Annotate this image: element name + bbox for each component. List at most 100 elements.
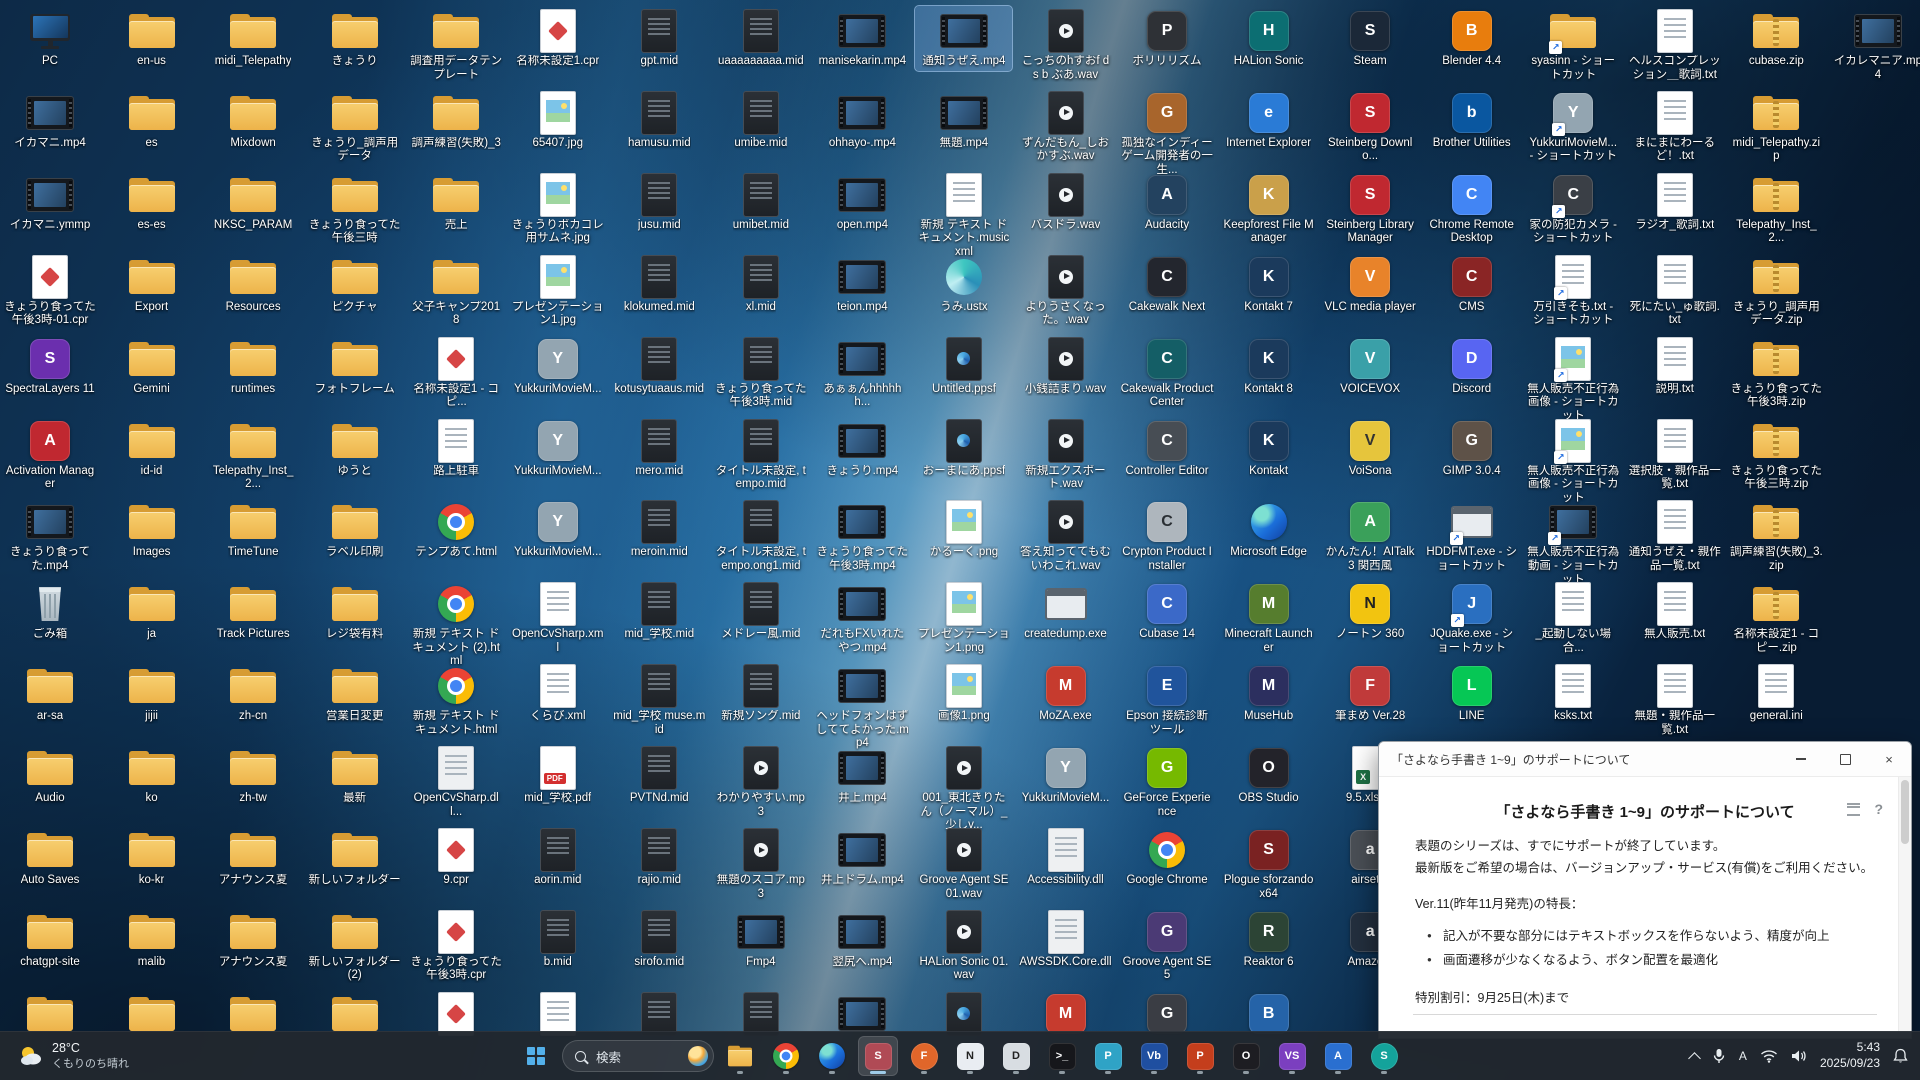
taskbar-app-chrome[interactable] bbox=[766, 1036, 806, 1076]
desktop-icon[interactable]: bBrother Utilities bbox=[1423, 88, 1520, 153]
desktop-icon[interactable]: Audio bbox=[2, 743, 99, 808]
desktop-icon[interactable]: chatgpt-site bbox=[2, 907, 99, 972]
start-button[interactable] bbox=[516, 1036, 556, 1076]
desktop-icon[interactable]: ずんだもん_しおかすぶ.wav bbox=[1017, 88, 1114, 166]
taskbar-app-visual-basic[interactable]: Vb bbox=[1134, 1036, 1174, 1076]
desktop-icon[interactable]: umibe.mid bbox=[712, 88, 809, 153]
desktop-icon[interactable]: 無人販売不正行為 画像 - ショートカット bbox=[1525, 334, 1622, 426]
volume-icon[interactable] bbox=[1791, 1049, 1807, 1063]
desktop-icon[interactable]: Aかんたん！AITalk 3 関西風 bbox=[1322, 497, 1419, 575]
desktop-icon[interactable]: ko-kr bbox=[103, 825, 200, 890]
desktop-icon[interactable]: es bbox=[103, 88, 200, 153]
desktop-icon[interactable]: VVLC media player bbox=[1322, 252, 1419, 317]
desktop-icon[interactable]: TimeTune bbox=[205, 497, 302, 562]
desktop-icon[interactable]: HALion Sonic 01.wav bbox=[915, 907, 1012, 985]
scrollbar-thumb[interactable] bbox=[1901, 780, 1909, 844]
desktop-icon[interactable]: general.ini bbox=[1728, 661, 1825, 726]
desktop-icon[interactable]: OOBS Studio bbox=[1220, 743, 1317, 808]
desktop-icon[interactable]: 父子キャンプ2018 bbox=[408, 252, 505, 330]
desktop-icon[interactable]: Google Chrome bbox=[1119, 825, 1216, 890]
desktop-icon[interactable]: きょうり.mp4 bbox=[814, 416, 911, 481]
desktop-icon[interactable]: SSteinberg Library Manager bbox=[1322, 170, 1419, 248]
desktop-icon[interactable]: イカマニ.mp4 bbox=[2, 88, 99, 153]
desktop-icon[interactable]: ヘルスコンプレッション＿歌詞.txt bbox=[1626, 6, 1723, 84]
desktop-icon[interactable]: xl.mid bbox=[712, 252, 809, 317]
desktop-icon[interactable]: AActivation Manager bbox=[2, 416, 99, 494]
desktop-icon[interactable]: アナウンス夏 bbox=[205, 907, 302, 972]
desktop-icon[interactable]: ラベル印刷 bbox=[306, 497, 403, 562]
desktop-icon[interactable]: 路上駐車 bbox=[408, 416, 505, 481]
wifi-icon[interactable] bbox=[1760, 1049, 1778, 1063]
desktop-icon[interactable]: Images bbox=[103, 497, 200, 562]
desktop-icon[interactable]: NKSC_PARAM bbox=[205, 170, 302, 235]
desktop-icon[interactable]: VVOICEVOX bbox=[1322, 334, 1419, 399]
desktop-icon[interactable]: うみ.ustx bbox=[915, 252, 1012, 317]
desktop-icon[interactable]: C家の防犯カメラ - ショートカット bbox=[1525, 170, 1622, 248]
desktop-icon[interactable]: KKontakt 8 bbox=[1220, 334, 1317, 399]
desktop-icon[interactable]: きょうり_調声用データ.zip bbox=[1728, 252, 1825, 330]
desktop-icon[interactable]: YYukkuriMovieM... bbox=[509, 334, 606, 399]
desktop-icon[interactable]: きょうり食ってた午後三時 bbox=[306, 170, 403, 248]
desktop-icon[interactable]: ゆうと bbox=[306, 416, 403, 481]
desktop-icon[interactable]: 新規ソング.mid bbox=[712, 661, 809, 726]
taskbar-app-terminal[interactable]: >_ bbox=[1042, 1036, 1082, 1076]
desktop-icon[interactable]: jusu.mid bbox=[611, 170, 708, 235]
clock[interactable]: 5:43 2025/09/23 bbox=[1820, 1040, 1880, 1071]
desktop-icon[interactable]: jijii bbox=[103, 661, 200, 726]
desktop-icon[interactable]: mid_学校.pdf bbox=[509, 743, 606, 808]
desktop-icon[interactable]: 名称未設定1 - コピー.zip bbox=[1728, 579, 1825, 657]
desktop-icon[interactable]: きょうり食ってた午後3時.zip bbox=[1728, 334, 1825, 412]
desktop-icon[interactable]: 名称未設定1.cpr bbox=[509, 6, 606, 71]
desktop-icon[interactable]: GGIMP 3.0.4 bbox=[1423, 416, 1520, 481]
desktop-icon[interactable]: aorin.mid bbox=[509, 825, 606, 890]
desktop-icon[interactable]: VVoiSona bbox=[1322, 416, 1419, 481]
desktop-icon[interactable]: タイトル未設定, tempo.ong1.mid bbox=[712, 497, 809, 575]
desktop-icon[interactable]: mid_学校.mid bbox=[611, 579, 708, 644]
desktop-icon[interactable]: きょうり食ってた午後3時.cpr bbox=[408, 907, 505, 985]
desktop-icon[interactable]: 答え知っててもむいわこれ.wav bbox=[1017, 497, 1114, 575]
desktop-icon[interactable]: AAudacity bbox=[1119, 170, 1216, 235]
desktop-icon[interactable]: かるーく.png bbox=[915, 497, 1012, 562]
desktop-icon[interactable]: CCakewalk Next bbox=[1119, 252, 1216, 317]
tray-chevron-icon[interactable] bbox=[1690, 1050, 1699, 1063]
taskbar-app-file-explorer[interactable] bbox=[720, 1036, 760, 1076]
desktop-icon[interactable]: SSpectraLayers 11 bbox=[2, 334, 99, 399]
desktop-icon[interactable]: es-es bbox=[103, 170, 200, 235]
desktop-icon[interactable]: 死にたい_ゅ歌詞.txt bbox=[1626, 252, 1723, 330]
desktop-icon[interactable]: Auto Saves bbox=[2, 825, 99, 890]
desktop-icon[interactable]: Nノートン 360 bbox=[1322, 579, 1419, 644]
notification-bell-icon[interactable] bbox=[1893, 1048, 1908, 1064]
desktop-icon[interactable]: malib bbox=[103, 907, 200, 972]
desktop-icon[interactable]: open.mp4 bbox=[814, 170, 911, 235]
desktop-icon[interactable]: HHALion Sonic bbox=[1220, 6, 1317, 71]
desktop-icon[interactable]: きょうり食ってた午後3時.mp4 bbox=[814, 497, 911, 575]
desktop-icon[interactable]: meroin.mid bbox=[611, 497, 708, 562]
desktop-icon[interactable]: 説明.txt bbox=[1626, 334, 1723, 399]
desktop-icon[interactable]: createdump.exe bbox=[1017, 579, 1114, 644]
desktop-icon[interactable]: 翌尻へ.mp4 bbox=[814, 907, 911, 972]
desktop-icon[interactable]: _起動しない場合... bbox=[1525, 579, 1622, 657]
desktop-icon[interactable]: プレゼンテーション1.jpg bbox=[509, 252, 606, 330]
taskbar-app-support-app[interactable]: S bbox=[858, 1036, 898, 1076]
desktop-icon[interactable]: YYukkuriMovieM... bbox=[509, 416, 606, 481]
desktop-icon[interactable]: イカレマニア.mp4 bbox=[1829, 6, 1920, 84]
desktop-icon[interactable]: 画像1.png bbox=[915, 661, 1012, 726]
desktop-icon[interactable]: きょうり bbox=[306, 6, 403, 71]
desktop-icon[interactable]: 営業日変更 bbox=[306, 661, 403, 726]
desktop-icon[interactable]: CCrypton Product Installer bbox=[1119, 497, 1216, 575]
desktop-icon[interactable]: よりうさくなった。.wav bbox=[1017, 252, 1114, 330]
desktop-icon[interactable]: sirofo.mid bbox=[611, 907, 708, 972]
desktop-icon[interactable]: Accessibility.dll bbox=[1017, 825, 1114, 890]
desktop-icon[interactable]: きょうり_調声用データ bbox=[306, 88, 403, 166]
desktop-icon[interactable]: teion.mp4 bbox=[814, 252, 911, 317]
maximize-button[interactable] bbox=[1823, 742, 1867, 776]
desktop-icon[interactable]: F筆まめ Ver.28 bbox=[1322, 661, 1419, 726]
desktop-icon[interactable]: EEpson 接続診断ツール bbox=[1119, 661, 1216, 739]
desktop-icon[interactable]: kotusytuaaus.mid bbox=[611, 334, 708, 399]
menu-icon[interactable] bbox=[1847, 803, 1860, 816]
desktop-icon[interactable]: まにまにわーるど！.txt bbox=[1626, 88, 1723, 166]
desktop-icon[interactable]: Mixdown bbox=[205, 88, 302, 153]
desktop-icon[interactable]: Fmp4 bbox=[712, 907, 809, 972]
desktop-icon[interactable]: 通知うぜえ・親作品一覧.txt bbox=[1626, 497, 1723, 575]
desktop-icon[interactable]: 新規エクスポート.wav bbox=[1017, 416, 1114, 494]
